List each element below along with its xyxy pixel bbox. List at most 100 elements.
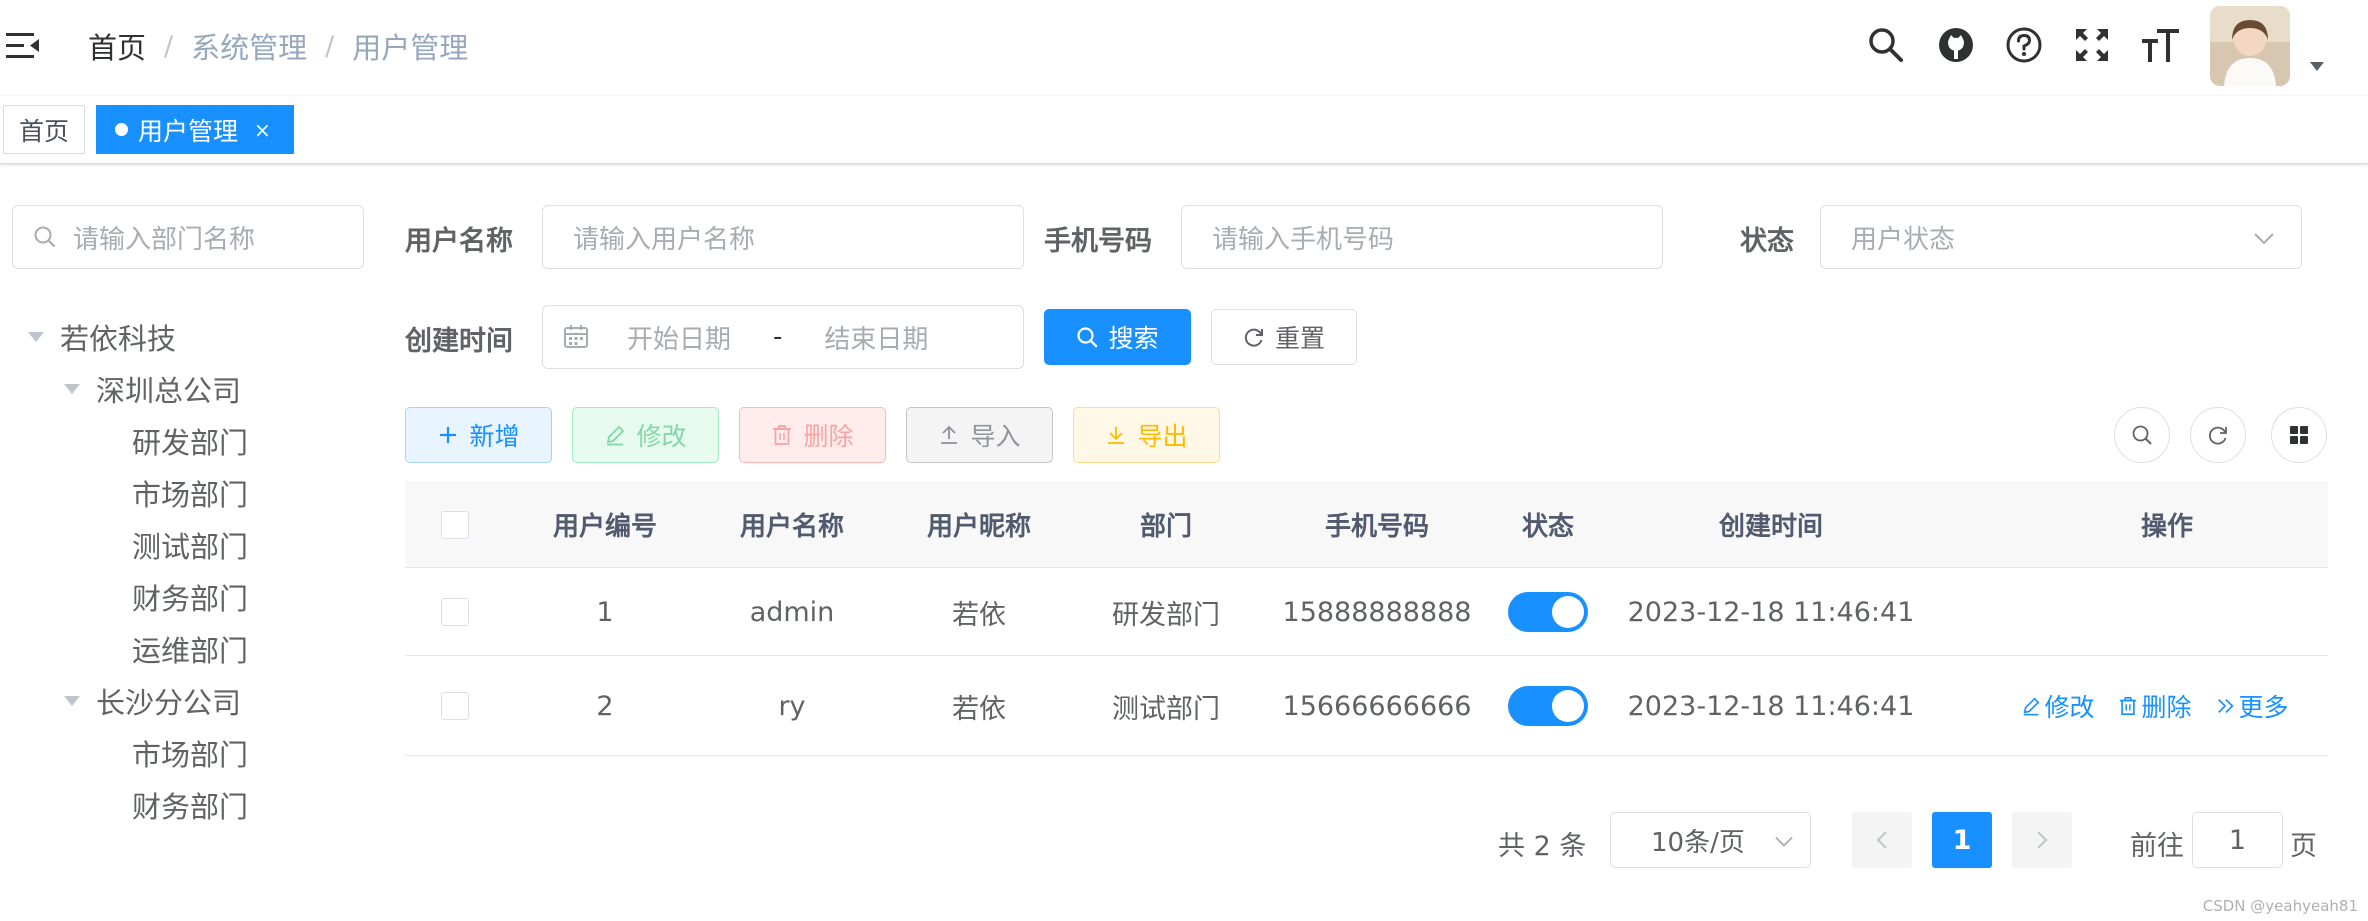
reset-button[interactable]: 重置: [1211, 309, 1357, 365]
grid-icon: [2290, 426, 2308, 444]
refresh-button[interactable]: [2190, 407, 2246, 463]
toggle-search-button[interactable]: [2114, 407, 2170, 463]
tree-node-shenzhen[interactable]: 深圳总公司: [64, 368, 241, 410]
column-header: 用户昵称: [926, 512, 1031, 542]
page-number-button[interactable]: 1: [1932, 812, 1992, 868]
phone-placeholder: 请输入手机号码: [1212, 224, 1395, 255]
double-arrow-right-icon: [2217, 699, 2234, 713]
goto-page-value: 1: [2228, 824, 2247, 856]
start-date-placeholder[interactable]: 开始日期: [627, 319, 731, 356]
phone-input[interactable]: 请输入手机号码: [1181, 205, 1663, 269]
tree-node-market[interactable]: 市场部门: [132, 472, 248, 514]
cell-phone: 15666666666: [1282, 690, 1472, 722]
select-all-checkbox[interactable]: [441, 510, 469, 539]
chevron-left-icon: [1876, 831, 1887, 849]
delete-button[interactable]: 删除: [739, 407, 886, 463]
status-select[interactable]: 用户状态: [1820, 205, 2302, 269]
status-label: 状态: [1740, 226, 1794, 257]
username-input[interactable]: 请输入用户名称: [542, 205, 1024, 269]
dept-search-input[interactable]: 请输入部门名称: [12, 205, 364, 269]
page-size-select[interactable]: 10条/页: [1610, 812, 1811, 868]
caret-down-icon[interactable]: [2310, 62, 2324, 71]
prev-page-button[interactable]: [1852, 812, 1912, 868]
tree-node-label: 研发部门: [132, 426, 249, 460]
column-header: 手机号码: [1324, 512, 1429, 542]
end-date-placeholder[interactable]: 结束日期: [824, 319, 928, 356]
tag-user-management[interactable]: 用户管理 ×: [96, 105, 294, 154]
close-icon[interactable]: ×: [254, 118, 271, 142]
refresh-icon: [2208, 426, 2227, 445]
export-button[interactable]: 导出: [1073, 407, 1220, 463]
cell-created: 2023-12-18 11:46:41: [1627, 596, 1915, 628]
row-checkbox[interactable]: [441, 692, 469, 720]
cell-nickname: 若依: [952, 599, 1006, 631]
row-more-link[interactable]: 更多: [2216, 688, 2289, 724]
tree-node-cs-market[interactable]: 市场部门: [132, 732, 248, 774]
status-switch[interactable]: [1508, 686, 1588, 726]
tree-node-label: 财务部门: [132, 790, 249, 824]
refresh-icon: [1244, 328, 1263, 347]
caret-down-icon[interactable]: [64, 696, 80, 706]
breadcrumb-current: 用户管理: [352, 31, 469, 65]
hamburger-menu-icon[interactable]: [6, 31, 40, 61]
search-icon: [1077, 327, 1098, 348]
column-header: 用户名称: [739, 512, 844, 542]
column-header: 状态: [1521, 512, 1574, 542]
caret-down-icon[interactable]: [28, 332, 44, 342]
row-edit-link[interactable]: 修改: [2021, 688, 2094, 724]
add-button-label: 新增: [469, 422, 520, 451]
header-checkbox-cell: [405, 481, 505, 568]
export-button-label: 导出: [1137, 422, 1188, 451]
status-placeholder: 用户状态: [1851, 224, 1956, 255]
tree-node-rd[interactable]: 研发部门: [132, 420, 248, 462]
row-delete-link[interactable]: 删除: [2118, 688, 2192, 724]
status-switch[interactable]: [1508, 592, 1588, 632]
columns-button[interactable]: [2271, 407, 2327, 463]
trash-icon: [773, 425, 792, 445]
tree-node-label: 测试部门: [132, 530, 249, 564]
tree-node-label: 运维部门: [132, 634, 249, 668]
cell-dept: 研发部门: [1112, 599, 1220, 631]
tree-node-label: 市场部门: [132, 478, 249, 512]
font-size-icon[interactable]: [2140, 24, 2180, 66]
table-header: 用户编号 用户名称 用户昵称 部门 手机号码 状态 创建时间 操作: [405, 481, 2328, 568]
range-separator: -: [773, 322, 783, 352]
cell-dept: 测试部门: [1112, 693, 1220, 725]
tree-node-ops[interactable]: 运维部门: [132, 628, 248, 670]
breadcrumb-home[interactable]: 首页: [88, 25, 146, 67]
chevron-down-icon: [2254, 233, 2274, 245]
tree-node-test[interactable]: 测试部门: [132, 524, 248, 566]
tree-node-finance[interactable]: 财务部门: [132, 576, 248, 618]
import-button[interactable]: 导入: [906, 407, 1053, 463]
question-icon[interactable]: [2004, 24, 2044, 66]
chevron-right-icon: [2037, 831, 2048, 849]
cell-username: ry: [778, 690, 806, 722]
search-icon: [34, 226, 56, 248]
edit-button[interactable]: 修改: [572, 407, 719, 463]
caret-down-icon[interactable]: [64, 384, 80, 394]
tree-node-label: 深圳总公司: [96, 374, 242, 408]
tag-active-label: 用户管理: [138, 116, 239, 146]
page-size-label: 10条/页: [1651, 827, 1745, 858]
add-button[interactable]: 新增: [405, 407, 552, 463]
edit-icon: [2024, 697, 2040, 716]
github-icon[interactable]: [1936, 24, 1976, 66]
cell-status: [1508, 568, 1588, 656]
next-page-button[interactable]: [2012, 812, 2072, 868]
search-button[interactable]: 搜索: [1044, 309, 1191, 365]
row-checkbox[interactable]: [441, 598, 469, 626]
tree-node-changsha[interactable]: 长沙分公司: [64, 680, 241, 722]
search-icon[interactable]: [1866, 24, 1906, 66]
tree-node-cs-finance[interactable]: 财务部门: [132, 784, 248, 826]
date-range-picker[interactable]: 开始日期 - 结束日期: [542, 305, 1024, 369]
tag-home[interactable]: 首页: [3, 105, 85, 154]
avatar[interactable]: [2210, 6, 2290, 86]
calendar-icon: [564, 325, 588, 348]
tree-node-root[interactable]: 若依科技: [28, 316, 176, 358]
breadcrumb-system[interactable]: 系统管理: [191, 25, 307, 67]
fullscreen-icon[interactable]: [2072, 24, 2112, 66]
tree-node-label: 市场部门: [132, 738, 249, 772]
column-header: 操作: [2140, 512, 2193, 542]
username-label: 用户名称: [405, 226, 513, 257]
goto-page-input[interactable]: 1: [2192, 812, 2283, 868]
